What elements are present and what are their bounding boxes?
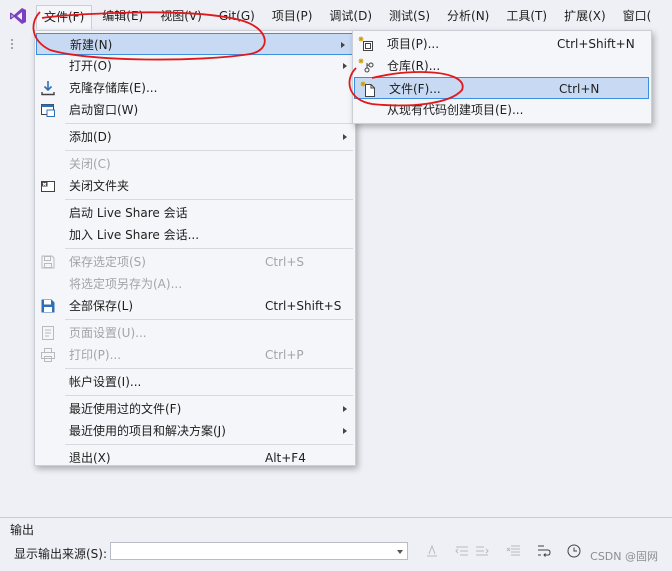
visual-studio-logo-icon[interactable] — [0, 0, 36, 32]
menu-item-label: 关闭(C) — [69, 157, 111, 171]
menu-file[interactable]: 文件(F) — [36, 5, 93, 29]
menu-item-label: 页面设置(U)... — [69, 326, 147, 340]
menu-item-shortcut: Alt+F4 — [265, 451, 306, 465]
menu-debug[interactable]: 调试(D) — [322, 5, 379, 27]
menu-analyze[interactable]: 分析(N) — [440, 5, 496, 27]
menu-item-label: 关闭文件夹 — [69, 179, 130, 193]
menu-item-shortcut: Ctrl+Shift+S — [265, 299, 342, 313]
menu-item-recent-files[interactable]: 最近使用过的文件(F) — [35, 398, 355, 420]
new-file-icon — [360, 81, 376, 97]
menu-tools[interactable]: 工具(T) — [499, 5, 554, 27]
submenu-item-label: 文件(F)... — [389, 82, 441, 96]
menu-item-page-setup[interactable]: 页面设置(U)... — [35, 322, 355, 344]
word-wrap-icon[interactable] — [536, 543, 552, 559]
submenu-arrow-icon — [341, 42, 345, 48]
watermark: CSDN @固网 — [590, 550, 658, 563]
output-panel: 输出 显示输出来源(S): CSDN @固网 — [0, 517, 672, 571]
menu-item-open[interactable]: 打开(O) — [35, 55, 355, 77]
next-message-icon[interactable] — [474, 543, 490, 559]
close-folder-icon — [40, 178, 56, 194]
menu-item-add[interactable]: 添加(D) — [35, 126, 355, 148]
menu-item-label: 帐户设置(I)... — [69, 375, 142, 389]
menu-item-save-selected[interactable]: 保存选定项(S) Ctrl+S — [35, 251, 355, 273]
menu-item-label: 打开(O) — [69, 59, 112, 73]
submenu-item-shortcut: Ctrl+N — [559, 82, 600, 96]
menu-bar: 文件(F) 编辑(E) 视图(V) Git(G) 项目(P) 调试(D) 测试(… — [0, 0, 672, 32]
menu-item-shortcut: Ctrl+P — [265, 348, 304, 362]
window-icon — [40, 102, 56, 118]
printer-icon — [40, 347, 56, 363]
chevron-down-icon[interactable] — [397, 550, 403, 554]
submenu-item-label: 仓库(R)... — [387, 59, 441, 73]
menu-item-label: 启动 Live Share 会话 — [69, 206, 188, 220]
menu-git[interactable]: Git(G) — [212, 5, 262, 27]
submenu-arrow-icon — [343, 428, 347, 434]
submenu-item-new-project[interactable]: 项目(P)... Ctrl+Shift+N — [353, 33, 651, 55]
save-all-icon — [40, 298, 56, 314]
menu-item-new[interactable]: 新建(N) — [36, 33, 354, 55]
find-in-output-icon[interactable] — [424, 543, 440, 559]
menu-item-label: 最近使用的项目和解决方案(J) — [69, 424, 226, 438]
menu-item-label: 打印(P)... — [69, 348, 122, 362]
menu-item-label: 加入 Live Share 会话... — [69, 228, 200, 242]
menu-item-exit[interactable]: 退出(X) Alt+F4 — [35, 447, 355, 469]
page-setup-icon — [40, 325, 56, 341]
menu-window[interactable]: 窗口( — [616, 5, 659, 27]
menu-item-label: 启动窗口(W) — [69, 103, 139, 117]
submenu-arrow-icon — [343, 134, 347, 140]
submenu-item-label: 从现有代码创建项目(E)... — [387, 103, 524, 117]
submenu-item-new-file[interactable]: 文件(F)... Ctrl+N — [354, 77, 649, 99]
menu-item-save-selected-as[interactable]: 将选定项另存为(A)... — [35, 273, 355, 295]
menu-item-label: 保存选定项(S) — [69, 255, 146, 269]
save-icon — [40, 254, 56, 270]
menu-item-label: 新建(N) — [70, 38, 113, 52]
menu-item-label: 克隆存储库(E)... — [69, 81, 158, 95]
file-menu: 新建(N) 打开(O) 克隆存储库(E)... 启动窗口(W) 添加(D) 关闭… — [34, 30, 356, 466]
clock-icon[interactable] — [566, 543, 582, 559]
menu-item-account-settings[interactable]: 帐户设置(I)... — [35, 371, 355, 393]
menu-item-start-live-share[interactable]: 启动 Live Share 会话 — [35, 202, 355, 224]
menu-test[interactable]: 测试(S) — [382, 5, 437, 27]
toolbar-grip[interactable] — [10, 38, 14, 50]
menu-edit[interactable]: 编辑(E) — [95, 5, 150, 27]
menu-item-close[interactable]: 关闭(C) — [35, 153, 355, 175]
submenu-item-new-repository[interactable]: 仓库(R)... — [353, 55, 651, 77]
menu-item-shortcut: Ctrl+S — [265, 255, 305, 269]
menu-item-label: 将选定项另存为(A)... — [69, 277, 183, 291]
download-icon — [40, 80, 56, 96]
submenu-item-shortcut: Ctrl+Shift+N — [557, 37, 635, 51]
submenu-item-from-existing-code[interactable]: 从现有代码创建项目(E)... — [353, 99, 651, 121]
menu-view[interactable]: 视图(V) — [153, 5, 209, 27]
menu-item-label: 退出(X) — [69, 451, 111, 465]
submenu-arrow-icon — [343, 406, 347, 412]
menu-item-clone[interactable]: 克隆存储库(E)... — [35, 77, 355, 99]
menu-project[interactable]: 项目(P) — [265, 5, 320, 27]
menu-item-close-folder[interactable]: 关闭文件夹 — [35, 175, 355, 197]
menu-item-join-live-share[interactable]: 加入 Live Share 会话... — [35, 224, 355, 246]
menu-item-label: 最近使用过的文件(F) — [69, 402, 182, 416]
previous-message-icon[interactable] — [454, 543, 470, 559]
menu-extensions[interactable]: 扩展(X) — [557, 5, 613, 27]
new-submenu: 项目(P)... Ctrl+Shift+N 仓库(R)... 文件(F)... … — [352, 30, 652, 124]
menu-item-label: 添加(D) — [69, 130, 112, 144]
submenu-item-label: 项目(P)... — [387, 37, 440, 51]
output-source-label: 显示输出来源(S): — [14, 547, 108, 561]
new-repository-icon — [358, 58, 374, 74]
menu-item-print[interactable]: 打印(P)... Ctrl+P — [35, 344, 355, 366]
output-source-select[interactable] — [110, 542, 408, 560]
new-project-icon — [358, 36, 374, 52]
menu-item-start-window[interactable]: 启动窗口(W) — [35, 99, 355, 121]
output-panel-title: 输出 — [10, 523, 35, 537]
menu-item-recent-projects[interactable]: 最近使用的项目和解决方案(J) — [35, 420, 355, 442]
menu-item-label: 全部保存(L) — [69, 299, 134, 313]
clear-all-icon[interactable] — [506, 543, 522, 559]
menu-item-save-all[interactable]: 全部保存(L) Ctrl+Shift+S — [35, 295, 355, 317]
submenu-arrow-icon — [343, 63, 347, 69]
